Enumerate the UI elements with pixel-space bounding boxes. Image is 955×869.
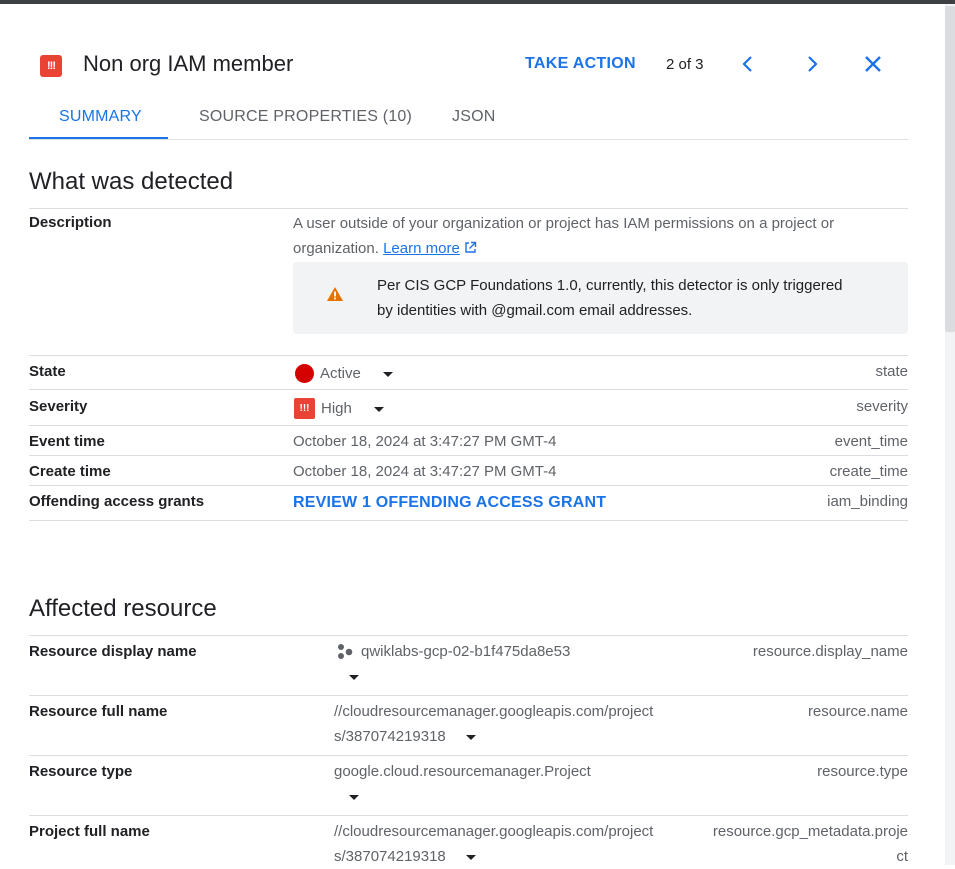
resource-full-name-line-2: s/387074219318: [334, 728, 446, 745]
warning-icon: [327, 287, 343, 301]
resource-display-name-label: Resource display name: [29, 643, 197, 660]
project-full-name-line-2: s/387074219318: [334, 848, 446, 865]
tab-json[interactable]: JSON: [452, 108, 495, 126]
chevron-left-icon: [742, 56, 752, 72]
scrollbar-thumb[interactable]: [945, 6, 955, 332]
project-full-name-key-line-1: resource.gcp_metadata.proje: [712, 823, 908, 840]
close-icon: [865, 56, 881, 72]
section-title-affected: Affected resource: [29, 595, 217, 622]
project-full-name-label: Project full name: [29, 823, 150, 840]
divider: [29, 485, 908, 486]
resource-full-name-value: //cloudresourcemanager.googleapis.com/pr…: [334, 699, 653, 749]
offending-grants-label: Offending access grants: [29, 493, 205, 510]
severity-high-icon: !!!: [294, 398, 315, 419]
divider: [29, 455, 908, 456]
warning-callout: Per CIS GCP Foundations 1.0, currently, …: [293, 262, 908, 334]
divider: [29, 208, 908, 209]
project-icon: [338, 644, 353, 659]
resource-full-name-line-1: //cloudresourcemanager.googleapis.com/pr…: [334, 703, 654, 720]
dropdown-arrow-icon[interactable]: [374, 406, 385, 412]
previous-button[interactable]: [733, 49, 763, 79]
chevron-right-icon: [808, 56, 818, 72]
resource-type-key: resource.type: [817, 763, 908, 780]
divider: [29, 355, 908, 356]
dropdown-arrow-icon[interactable]: [383, 371, 394, 377]
project-full-name-line-1: //cloudresourcemanager.googleapis.com/pr…: [334, 823, 654, 840]
pager-text: 2 of 3: [666, 56, 704, 73]
resource-full-name-label: Resource full name: [29, 703, 168, 720]
state-value: Active: [320, 365, 361, 382]
finding-title: Non org IAM member: [83, 51, 294, 76]
tab-source-properties[interactable]: SOURCE PROPERTIES (10): [199, 108, 412, 126]
dropdown-arrow-icon[interactable]: [349, 675, 359, 680]
divider: [29, 520, 908, 521]
project-full-name-key-line-2: ct: [896, 848, 908, 865]
severity-value: High: [321, 400, 352, 417]
divider: [29, 389, 908, 390]
event-time-key: event_time: [834, 433, 908, 450]
resource-display-name-key: resource.display_name: [752, 643, 908, 660]
resource-full-name-key: resource.name: [807, 703, 908, 720]
close-button[interactable]: [858, 49, 888, 79]
warning-text-2: by identities with @gmail.com email addr…: [377, 302, 693, 319]
learn-more-label: Learn more: [383, 240, 460, 257]
warning-text: Per CIS GCP Foundations 1.0, currently, …: [377, 273, 897, 323]
resource-type-label: Resource type: [29, 763, 133, 780]
create-time-key: create_time: [829, 463, 908, 480]
tabs-divider: [29, 139, 908, 140]
divider: [29, 695, 908, 696]
severity-label: Severity: [29, 398, 88, 415]
state-dropdown[interactable]: Active: [320, 361, 394, 386]
description-text-2: organization.: [293, 240, 379, 257]
state-active-icon: [295, 364, 314, 383]
event-time-label: Event time: [29, 433, 105, 450]
description-text-1: A user outside of your organization or p…: [293, 215, 835, 232]
next-button[interactable]: [797, 49, 827, 79]
divider: [29, 815, 908, 816]
description-label: Description: [29, 214, 112, 231]
divider: [29, 755, 908, 756]
external-link-icon: [465, 241, 477, 253]
severity-high-icon: !!!: [40, 55, 62, 77]
learn-more-link[interactable]: Learn more: [383, 240, 460, 257]
resource-display-name-value: qwiklabs-gcp-02-b1f475da8e53: [361, 643, 571, 660]
dropdown-arrow-icon[interactable]: [465, 734, 476, 740]
divider: [29, 635, 908, 636]
review-grant-button[interactable]: REVIEW 1 OFFENDING ACCESS GRANT: [293, 494, 606, 512]
severity-dropdown[interactable]: High: [321, 396, 385, 421]
offending-grants-key: iam_binding: [827, 493, 908, 510]
warning-text-1: Per CIS GCP Foundations 1.0, currently, …: [377, 277, 843, 294]
dropdown-arrow-icon[interactable]: [349, 795, 359, 800]
top-bar: [0, 0, 955, 4]
divider: [29, 425, 908, 426]
project-full-name-value: //cloudresourcemanager.googleapis.com/pr…: [334, 819, 653, 869]
state-label: State: [29, 363, 66, 380]
project-full-name-key: resource.gcp_metadata.proje ct: [713, 819, 908, 869]
dropdown-arrow-icon[interactable]: [465, 854, 476, 860]
create-time-value: October 18, 2024 at 3:47:27 PM GMT-4: [293, 463, 557, 480]
state-key: state: [875, 363, 908, 380]
event-time-value: October 18, 2024 at 3:47:27 PM GMT-4: [293, 433, 557, 450]
tab-summary[interactable]: SUMMARY: [59, 108, 142, 126]
create-time-label: Create time: [29, 463, 111, 480]
take-action-button[interactable]: TAKE ACTION: [525, 55, 636, 73]
resource-type-value: google.cloud.resourcemanager.Project: [334, 763, 591, 780]
severity-key: severity: [856, 398, 908, 415]
section-title-detected: What was detected: [29, 168, 234, 195]
description-value: A user outside of your organization or p…: [293, 211, 908, 261]
